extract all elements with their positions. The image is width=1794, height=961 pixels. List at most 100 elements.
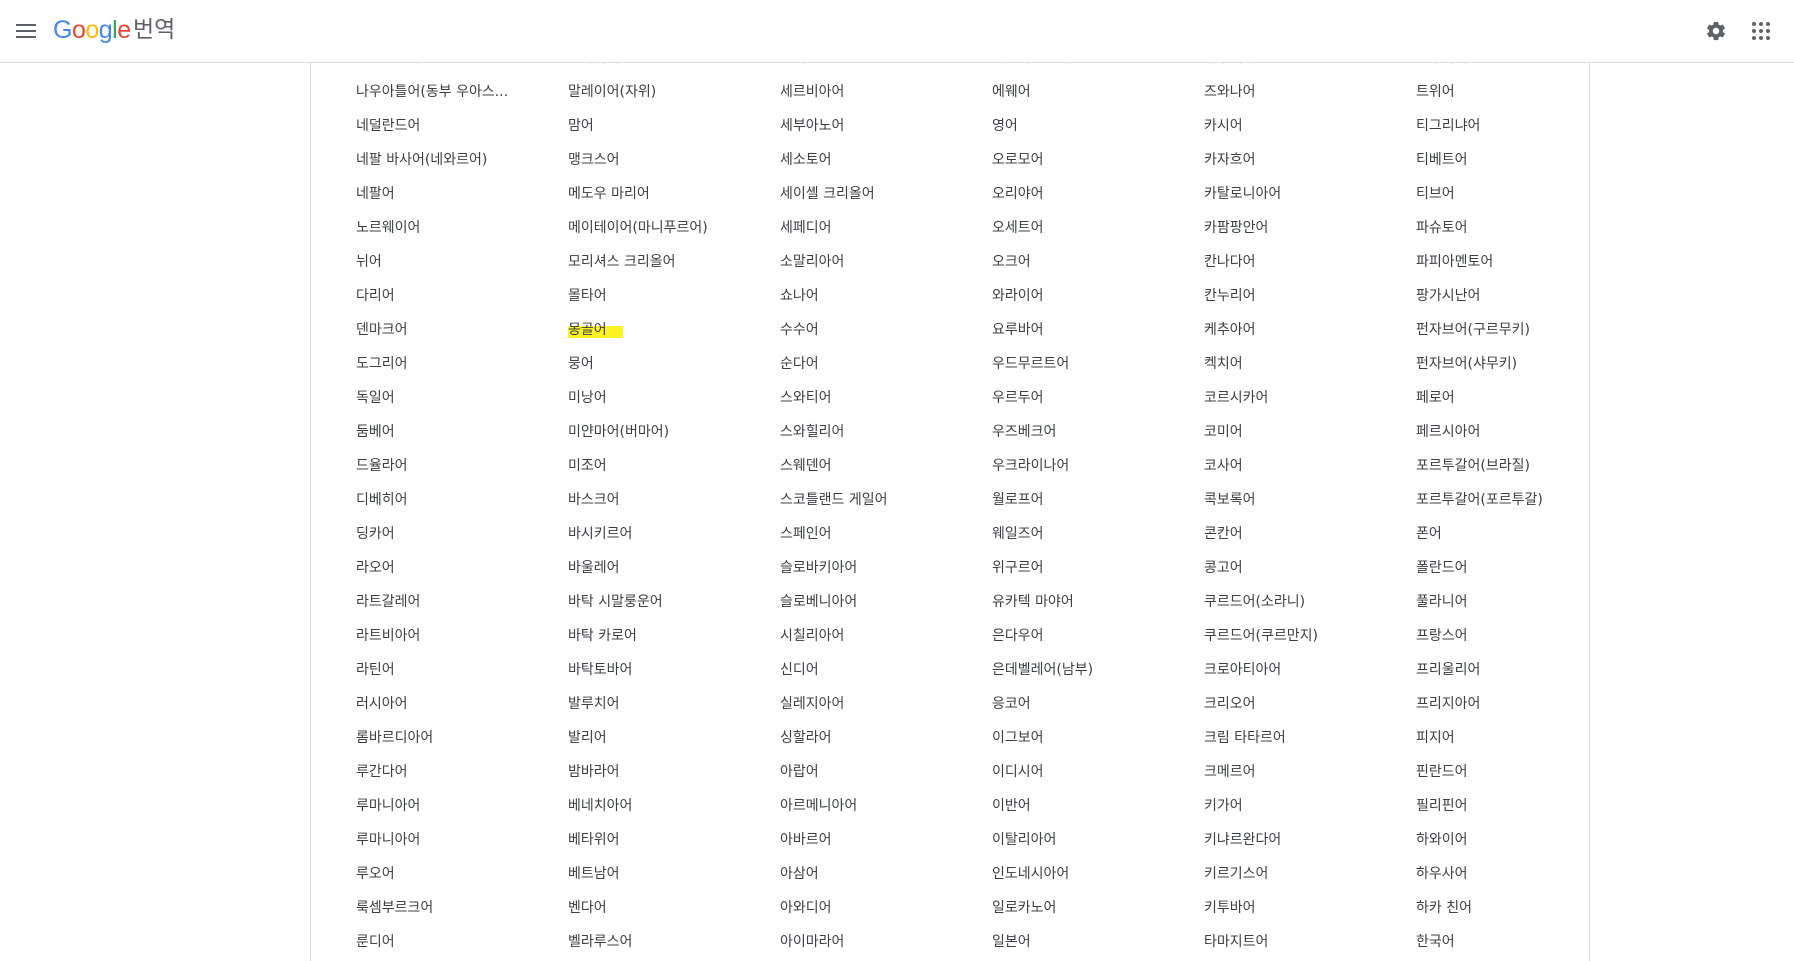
language-option[interactable]: 슬로베니아어: [780, 585, 975, 619]
language-option[interactable]: 나우아틀어(동부 우아스...: [356, 75, 551, 109]
language-option[interactable]: 몽골어: [568, 313, 763, 347]
language-option[interactable]: 라틴어: [356, 653, 551, 687]
language-option[interactable]: 은데벨레어(남부): [992, 653, 1187, 687]
language-option[interactable]: 네팔 바사어(네와르어): [356, 143, 551, 177]
language-option[interactable]: 롬바르디아어: [356, 721, 551, 755]
language-option[interactable]: 벨라루스어: [568, 925, 763, 959]
language-option[interactable]: 발리어: [568, 721, 763, 755]
language-option[interactable]: 이반어: [992, 789, 1187, 823]
language-option[interactable]: 덴마크어: [356, 313, 551, 347]
language-option[interactable]: 은다우어: [992, 619, 1187, 653]
language-option[interactable]: 다리어: [356, 279, 551, 313]
language-option[interactable]: 바시키르어: [568, 517, 763, 551]
language-option[interactable]: 발루치어: [568, 687, 763, 721]
language-option[interactable]: 세페디어: [780, 211, 975, 245]
language-option[interactable]: 바탁토바어: [568, 653, 763, 687]
language-option[interactable]: 프리울리어: [1416, 653, 1589, 687]
language-option[interactable]: 카탈로니아어: [1204, 177, 1399, 211]
language-option[interactable]: 칸나다어: [1204, 245, 1399, 279]
language-option[interactable]: 크림 타타르어: [1204, 721, 1399, 755]
language-option[interactable]: 독일어: [356, 381, 551, 415]
language-option[interactable]: 카시어: [1204, 109, 1399, 143]
language-option[interactable]: 프랑스어: [1416, 619, 1589, 653]
language-option[interactable]: 맘어: [568, 109, 763, 143]
language-option[interactable]: 월로프어: [992, 483, 1187, 517]
language-option[interactable]: 라트비아어: [356, 619, 551, 653]
language-option[interactable]: 에스페란토어: [992, 63, 1187, 75]
language-option[interactable]: 몰타어: [568, 279, 763, 313]
language-option[interactable]: 키투바어: [1204, 891, 1399, 925]
language-option[interactable]: 키르기스어: [1204, 857, 1399, 891]
language-option[interactable]: 페로어: [1416, 381, 1589, 415]
language-option[interactable]: 카자흐어: [1204, 143, 1399, 177]
language-option[interactable]: 코르시카어: [1204, 381, 1399, 415]
language-option[interactable]: 바탁 시말룽운어: [568, 585, 763, 619]
language-option[interactable]: 크로아티아어: [1204, 653, 1399, 687]
language-option[interactable]: 실레지아어: [780, 687, 975, 721]
language-option[interactable]: 팡가시난어: [1416, 279, 1589, 313]
language-option[interactable]: 일로카노어: [992, 891, 1187, 925]
language-option[interactable]: 산어: [780, 63, 975, 75]
language-option[interactable]: 콩고어: [1204, 551, 1399, 585]
language-option[interactable]: 켁치어: [1204, 347, 1399, 381]
language-option[interactable]: 둠베어: [356, 415, 551, 449]
language-option[interactable]: 포르투갈어(브라질): [1416, 449, 1589, 483]
language-option[interactable]: 베트남어: [568, 857, 763, 891]
language-option[interactable]: 트위어: [1416, 75, 1589, 109]
language-option[interactable]: 파슈토어: [1416, 211, 1589, 245]
language-option[interactable]: 하우사어: [1416, 857, 1589, 891]
language-option[interactable]: 세이셸 크리올어: [780, 177, 975, 211]
language-option[interactable]: 라트갈레어: [356, 585, 551, 619]
language-option[interactable]: 벤다어: [568, 891, 763, 925]
language-option[interactable]: 폰어: [1416, 517, 1589, 551]
language-option[interactable]: 네팔어: [356, 177, 551, 211]
language-option[interactable]: 핀란드어: [1416, 755, 1589, 789]
language-option[interactable]: 페르시아어: [1416, 415, 1589, 449]
language-option[interactable]: 수수어: [780, 313, 975, 347]
language-option[interactable]: 루간다어: [356, 755, 551, 789]
language-option[interactable]: 신디어: [780, 653, 975, 687]
language-option[interactable]: 아바르어: [780, 823, 975, 857]
language-option[interactable]: 소말리아어: [780, 245, 975, 279]
language-option[interactable]: 하카 친어: [1416, 891, 1589, 925]
language-option[interactable]: 오크어: [992, 245, 1187, 279]
language-option[interactable]: 맹크스어: [568, 143, 763, 177]
language-option[interactable]: 룬디어: [356, 925, 551, 959]
language-option[interactable]: 메이테이어(마니푸르어): [568, 211, 763, 245]
google-apps-button[interactable]: [1745, 15, 1777, 47]
language-option[interactable]: 피지어: [1416, 721, 1589, 755]
language-option[interactable]: 아와디어: [780, 891, 975, 925]
language-option[interactable]: 말레이어(자위): [568, 75, 763, 109]
language-option[interactable]: 오로모어: [992, 143, 1187, 177]
language-option[interactable]: 포르투갈어(포르투갈): [1416, 483, 1589, 517]
settings-button[interactable]: [1700, 15, 1732, 47]
language-option[interactable]: 이탈리아어: [992, 823, 1187, 857]
language-option[interactable]: 모리셔스 크리올어: [568, 245, 763, 279]
language-option[interactable]: 아르메니아어: [780, 789, 975, 823]
language-option[interactable]: 펀자브어(구르무키): [1416, 313, 1589, 347]
language-option[interactable]: 우크라이나어: [992, 449, 1187, 483]
language-option[interactable]: 인도네시아어: [992, 857, 1187, 891]
language-option[interactable]: 쇼나어: [780, 279, 975, 313]
google-logo[interactable]: Google: [53, 13, 131, 47]
language-option[interactable]: 노르웨이어: [356, 211, 551, 245]
language-option[interactable]: 쿠르드어(소라니): [1204, 585, 1399, 619]
language-option[interactable]: 루오어: [356, 857, 551, 891]
language-option[interactable]: 하와이어: [1416, 823, 1589, 857]
language-option[interactable]: 케추아어: [1204, 313, 1399, 347]
language-option[interactable]: 스페인어: [780, 517, 975, 551]
language-option[interactable]: 시칠리아어: [780, 619, 975, 653]
language-option[interactable]: 타마지트어: [1204, 925, 1399, 959]
language-option[interactable]: 드율라어: [356, 449, 551, 483]
language-option[interactable]: 루마니아어: [356, 823, 551, 857]
language-option[interactable]: 그린란드어: [356, 63, 551, 75]
language-option[interactable]: 아랍어: [780, 755, 975, 789]
language-option[interactable]: 스코틀랜드 게일어: [780, 483, 975, 517]
language-option[interactable]: 바울레어: [568, 551, 763, 585]
language-option[interactable]: 룩셈부르크어: [356, 891, 551, 925]
language-option[interactable]: 미조어: [568, 449, 763, 483]
language-option[interactable]: 파피아멘토어: [1416, 245, 1589, 279]
language-option[interactable]: 싱할라어: [780, 721, 975, 755]
language-option[interactable]: 위구르어: [992, 551, 1187, 585]
main-menu-button[interactable]: [12, 14, 40, 48]
